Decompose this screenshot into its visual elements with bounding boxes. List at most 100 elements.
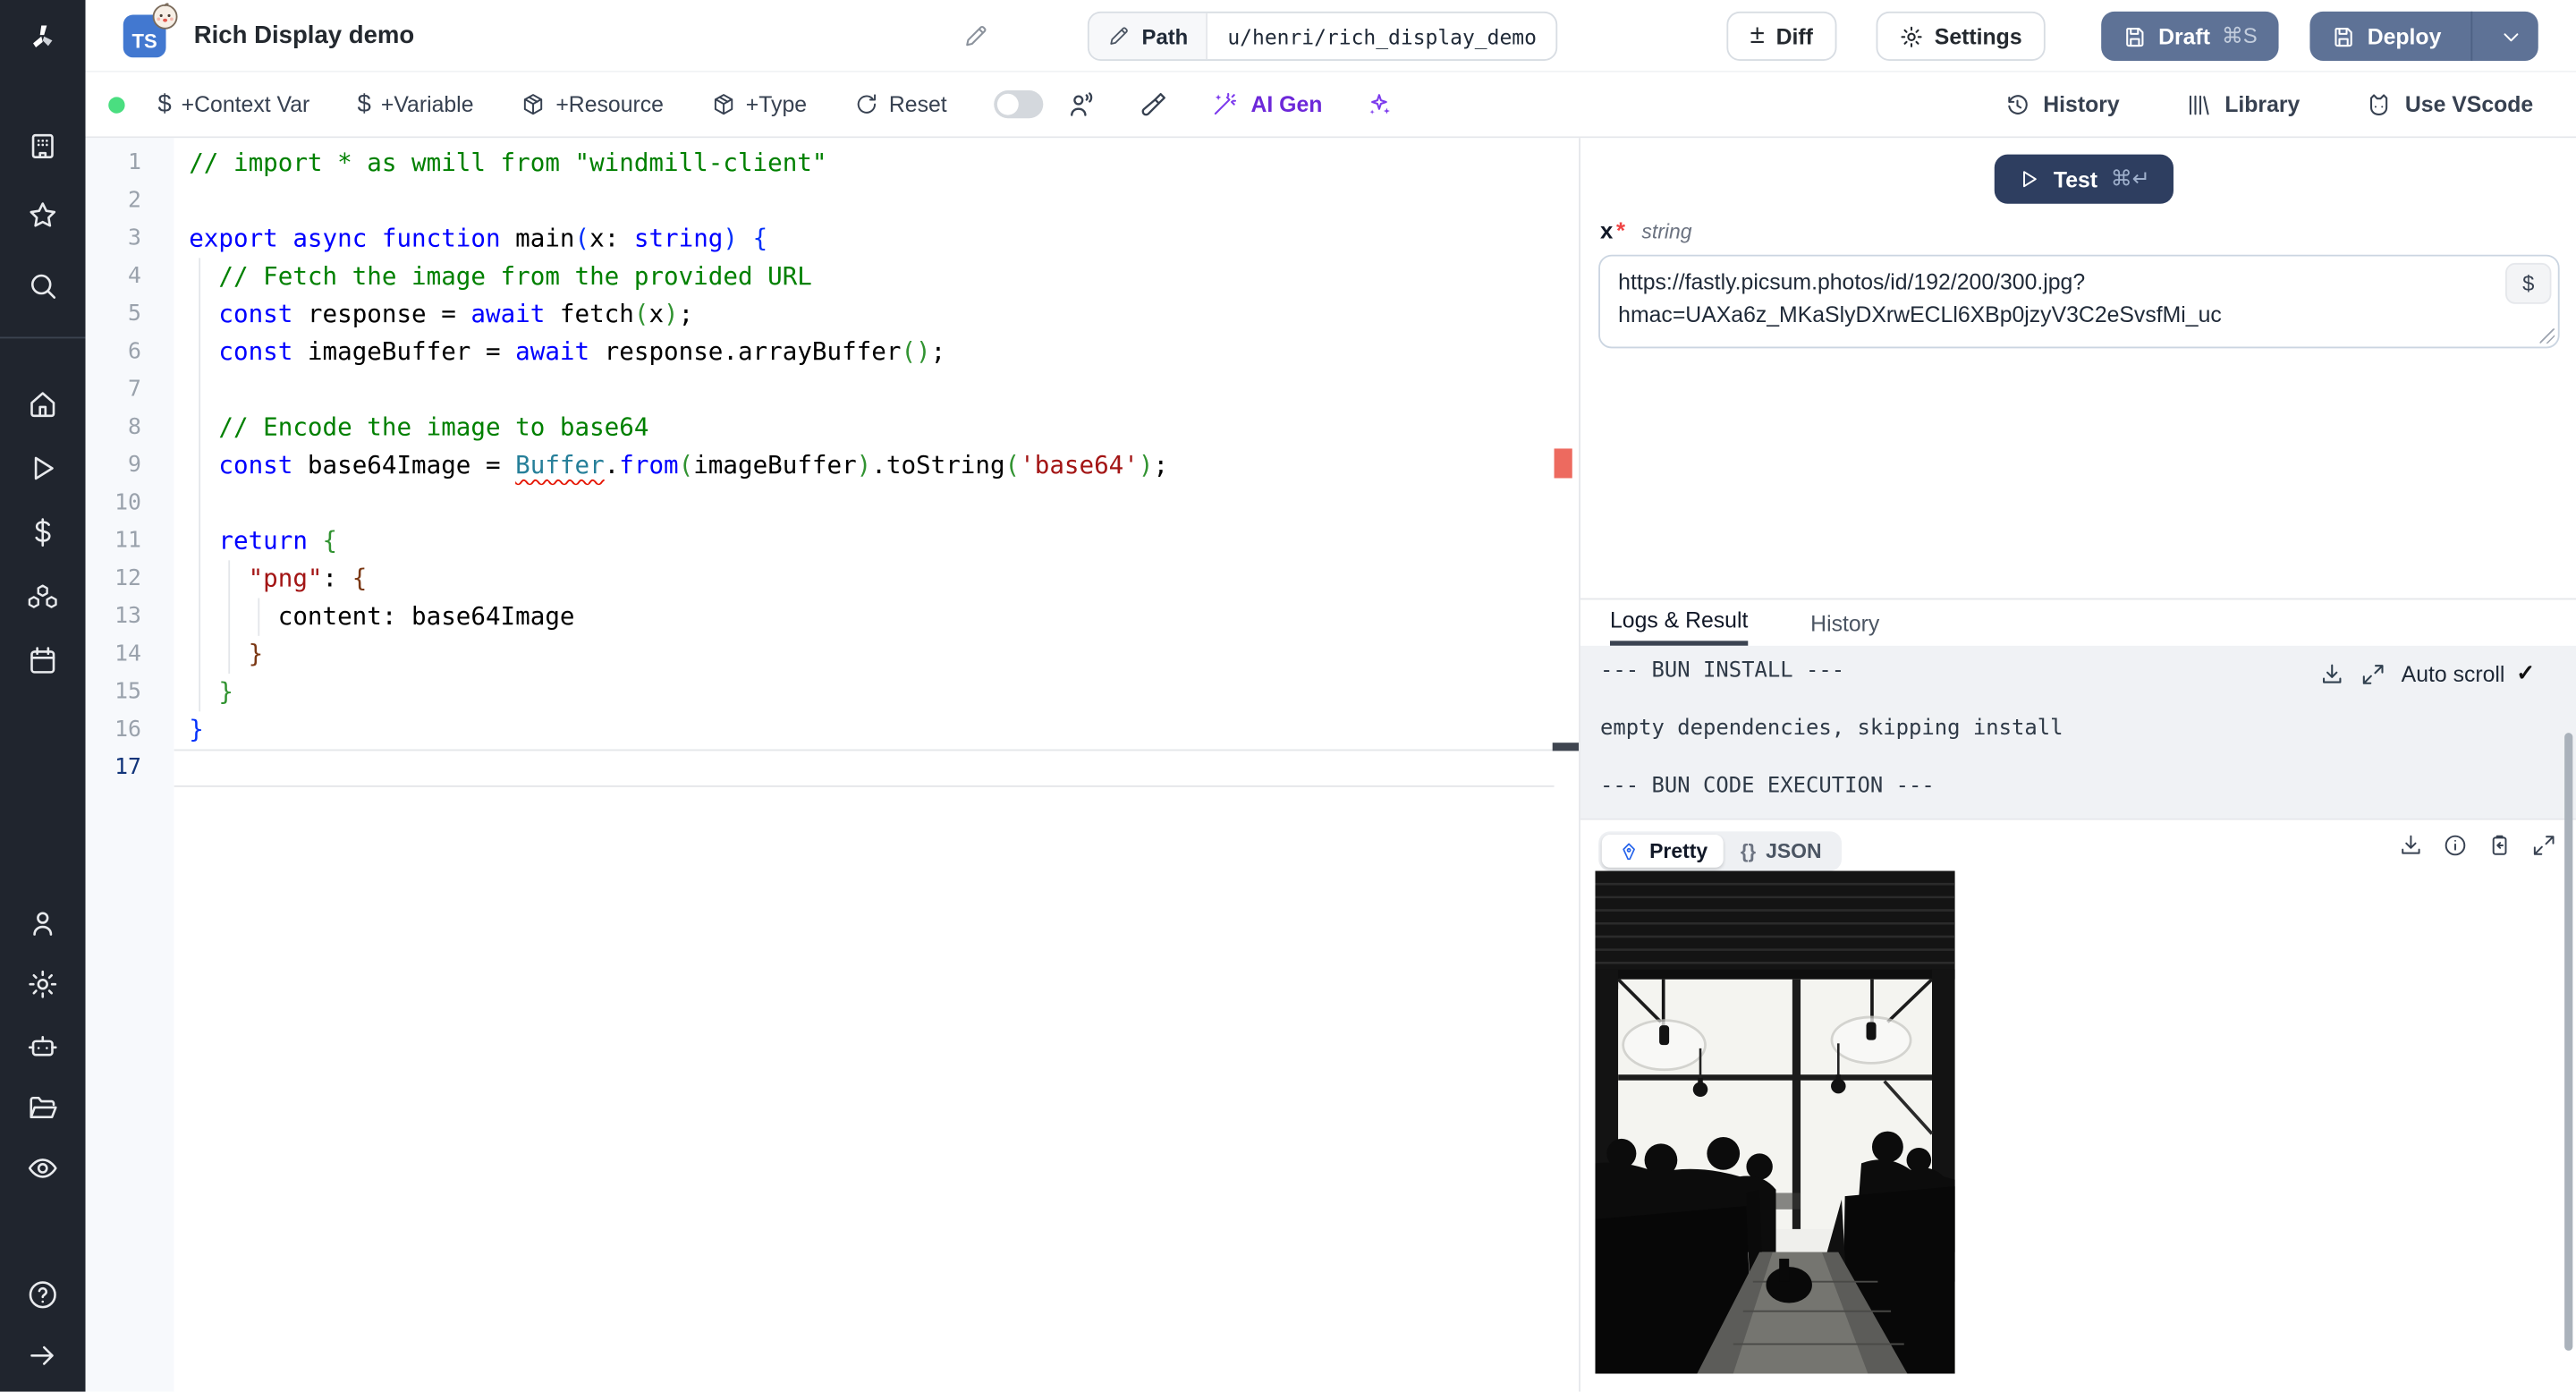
expand-sidebar-arrow-icon[interactable] bbox=[25, 1337, 61, 1373]
variables-dollar-icon[interactable] bbox=[25, 514, 61, 550]
logs-controls: Auto scroll ✓ bbox=[2319, 660, 2535, 686]
code-editor[interactable]: 1 // import * as wmill from "windmill-cli… bbox=[85, 138, 1580, 1392]
history-label: History bbox=[2043, 91, 2120, 117]
json-view-button[interactable]: {} JSON bbox=[1724, 835, 1838, 868]
rotate-icon bbox=[854, 92, 879, 117]
indent-guide bbox=[258, 598, 260, 636]
code-line: 9 const base64Image = Buffer.from(imageB… bbox=[86, 447, 1555, 485]
resources-cubes-icon[interactable] bbox=[25, 579, 61, 615]
code-line: 11 return { bbox=[86, 522, 1555, 560]
path-widget[interactable]: Path u/henri/rich_display_demo bbox=[1087, 11, 1558, 61]
required-asterisk: * bbox=[1615, 216, 1625, 243]
download-result-icon[interactable] bbox=[2399, 833, 2424, 858]
app-window: TS Rich Display demo Path u/henri/rich_d… bbox=[0, 0, 2576, 1392]
tab-history[interactable]: History bbox=[1810, 599, 1879, 645]
code-line: 8 // Encode the image to base64 bbox=[86, 409, 1555, 446]
sparkles-icon[interactable] bbox=[1365, 90, 1393, 118]
search-icon[interactable] bbox=[25, 267, 61, 303]
use-vscode-button[interactable]: Use VScode bbox=[2366, 91, 2533, 117]
code-line: 15 } bbox=[86, 674, 1555, 711]
pretty-view-button[interactable]: Pretty bbox=[1601, 835, 1724, 868]
pen-nib-icon bbox=[1618, 840, 1640, 862]
multiplayer-toggle[interactable] bbox=[994, 90, 1045, 119]
save-icon bbox=[2123, 24, 2148, 49]
toolbar-right: History Library Use VScode bbox=[2004, 91, 2533, 117]
home-icon[interactable] bbox=[25, 386, 61, 422]
json-label: JSON bbox=[1766, 839, 1822, 863]
workspace-building-icon[interactable] bbox=[25, 128, 61, 164]
tab-logs-result[interactable]: Logs & Result bbox=[1609, 599, 1749, 646]
gear-icon bbox=[1898, 24, 1923, 49]
line-number: 17 bbox=[114, 754, 141, 781]
expand-result-icon[interactable] bbox=[2531, 833, 2556, 858]
code-text: } bbox=[189, 714, 204, 745]
line-number: 7 bbox=[128, 376, 141, 403]
code-text: export async function main(x: string) { bbox=[189, 223, 768, 253]
insert-variable-button[interactable]: $ bbox=[2505, 262, 2552, 304]
history-button[interactable]: History bbox=[2004, 91, 2120, 117]
favorites-star-icon[interactable] bbox=[25, 197, 61, 233]
settings-gear-icon[interactable] bbox=[25, 966, 61, 1002]
format-brush-icon[interactable] bbox=[1140, 89, 1169, 119]
ai-gen-button[interactable]: AI Gen bbox=[1211, 90, 1322, 118]
line-number: 15 bbox=[114, 678, 141, 705]
code-line: 10 bbox=[86, 485, 1555, 522]
auto-scroll-toggle[interactable]: Auto scroll ✓ bbox=[2402, 660, 2535, 686]
code-text: } bbox=[218, 676, 233, 707]
line-number: 11 bbox=[114, 527, 141, 554]
add-resource-button[interactable]: +Resource bbox=[521, 92, 664, 116]
arg-x-input[interactable] bbox=[1598, 254, 2560, 349]
test-button[interactable]: Test ⌘↵ bbox=[1994, 154, 2174, 204]
test-label: Test bbox=[2053, 166, 2098, 191]
user-icon[interactable] bbox=[25, 905, 61, 941]
toggle-knob bbox=[997, 93, 1020, 115]
test-args-section: Test ⌘↵ x * string $ bbox=[1580, 138, 2576, 600]
runs-play-icon[interactable] bbox=[25, 450, 61, 486]
indent-guide bbox=[199, 258, 201, 712]
header: TS Rich Display demo Path u/henri/rich_d… bbox=[85, 0, 2576, 72]
check-icon: ✓ bbox=[2516, 660, 2536, 685]
deploy-dropdown-chevron-icon[interactable] bbox=[2484, 12, 2538, 61]
editor-toolbar: $ +Context Var $ +Variable +Resource +Ty… bbox=[85, 72, 2576, 139]
panel-scrollbar[interactable] bbox=[2564, 733, 2573, 1351]
right-panel: Test ⌘↵ x * string $ Logs & Result Histo… bbox=[1579, 138, 2576, 1392]
windmill-logo-icon[interactable] bbox=[25, 20, 61, 55]
diff-button[interactable]: ± Diff bbox=[1726, 11, 1836, 61]
line-number: 6 bbox=[128, 338, 141, 365]
arg-name: x bbox=[1599, 216, 1614, 243]
copy-clipboard-icon[interactable] bbox=[2487, 833, 2512, 858]
library-button[interactable]: Library bbox=[2185, 91, 2300, 117]
download-logs-icon[interactable] bbox=[2319, 661, 2344, 686]
help-icon[interactable] bbox=[25, 1277, 61, 1312]
deploy-label: Deploy bbox=[2367, 23, 2442, 49]
line-number: 14 bbox=[114, 641, 141, 667]
code-line: 6 const imageBuffer = await response.arr… bbox=[86, 334, 1555, 371]
diff-label: Diff bbox=[1775, 23, 1813, 49]
workers-robot-icon[interactable] bbox=[25, 1029, 61, 1065]
reset-button[interactable]: Reset bbox=[854, 91, 947, 117]
code-line: 16} bbox=[86, 711, 1555, 749]
reset-label: Reset bbox=[888, 91, 947, 117]
deploy-button[interactable]: Deploy bbox=[2309, 11, 2538, 61]
code-line: 13 content: base64Image bbox=[86, 598, 1555, 636]
folders-icon[interactable] bbox=[25, 1090, 61, 1125]
code-text: // Encode the image to base64 bbox=[189, 412, 649, 443]
settings-button[interactable]: Settings bbox=[1875, 11, 2046, 61]
audit-eye-icon[interactable] bbox=[25, 1150, 61, 1186]
code-line: 12 "png": { bbox=[86, 560, 1555, 598]
resize-grip[interactable] bbox=[2539, 328, 2555, 344]
edit-summary-pencil-icon[interactable] bbox=[962, 23, 988, 49]
add-variable-button[interactable]: $ +Variable bbox=[358, 90, 474, 118]
multiplayer-users-icon[interactable] bbox=[1067, 89, 1097, 119]
line-number: 10 bbox=[114, 489, 141, 516]
add-type-button[interactable]: +Type bbox=[711, 92, 807, 116]
info-icon[interactable] bbox=[2443, 833, 2468, 858]
add-context-var-button[interactable]: $ +Context Var bbox=[157, 90, 309, 118]
path-value: u/henri/rich_display_demo bbox=[1227, 23, 1537, 49]
code-text: "png": { bbox=[248, 563, 368, 594]
expand-logs-icon[interactable] bbox=[2360, 661, 2385, 686]
draft-button[interactable]: Draft ⌘S bbox=[2100, 11, 2279, 61]
schedules-calendar-icon[interactable] bbox=[25, 642, 61, 678]
vscode-icon bbox=[2366, 91, 2392, 117]
